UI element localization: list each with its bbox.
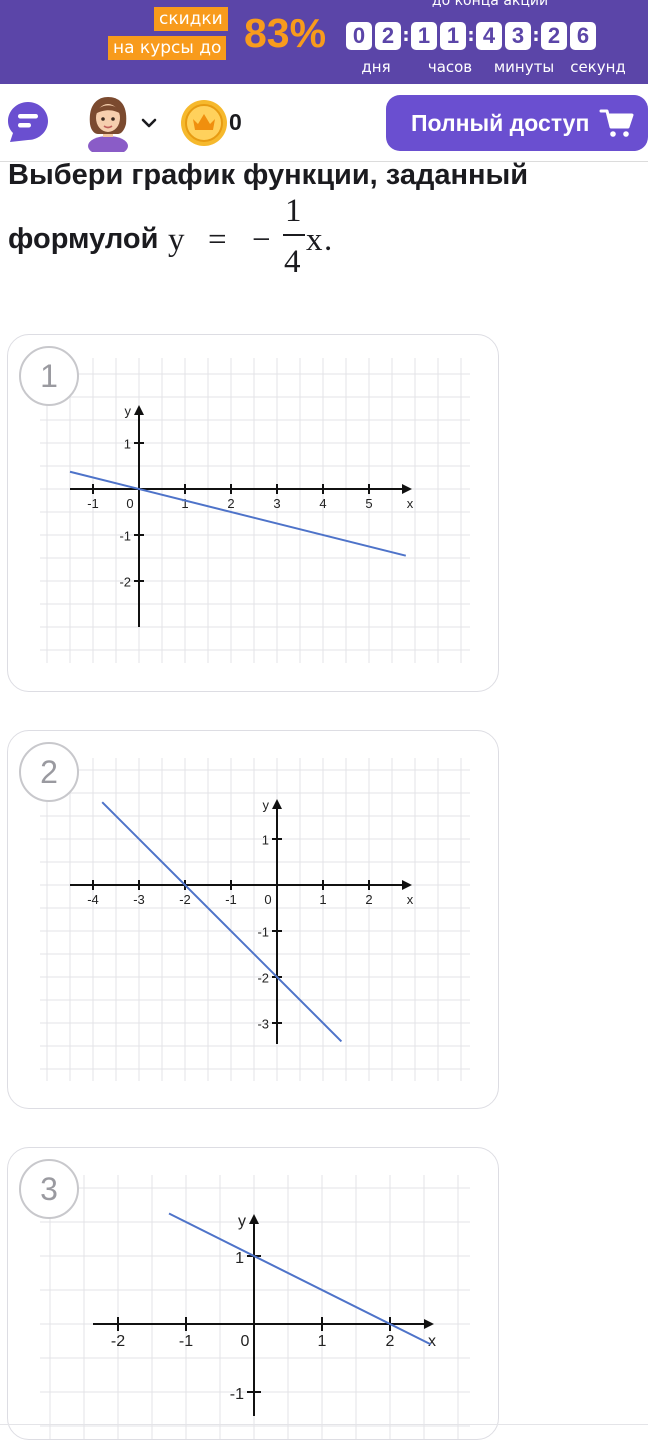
timer-unit-minutes: минуты (493, 58, 555, 76)
promo-tag-discounts: скидки (154, 7, 228, 31)
x-axis-arrow (424, 1319, 434, 1329)
origin-label: 0 (241, 1333, 250, 1350)
y-tick-label: -2 (257, 971, 269, 986)
formula-numerator: 1 (285, 193, 302, 229)
x-axis-label: x (428, 1333, 436, 1350)
promo-percent: 83% (244, 10, 327, 56)
option-number: 3 (19, 1159, 79, 1219)
timer-digit: 1 (411, 22, 437, 50)
y-axis-arrow (249, 1214, 259, 1224)
y-tick-label: -2 (119, 575, 131, 590)
question-formula: формулой y = − 1 4 x . (8, 190, 628, 282)
formula-fraction-bar (283, 234, 305, 236)
promo-caption: до конца акции (431, 0, 549, 9)
grid (40, 758, 470, 1081)
chat-bubble-icon[interactable] (6, 100, 50, 144)
cart-icon (599, 107, 635, 139)
y-axis-arrow (272, 799, 282, 809)
x-tick-label: 2 (365, 892, 372, 907)
y-axis-label: y (238, 1213, 246, 1230)
timer-unit-seconds: секунд (570, 58, 626, 76)
top-bar: 0 Полный доступ (0, 84, 648, 162)
x-tick-label: -2 (111, 1333, 125, 1350)
function-line (101, 801, 343, 1043)
x-tick-label: -2 (179, 892, 191, 907)
x-tick-label: -1 (179, 1333, 193, 1350)
x-axis-arrow (402, 880, 412, 890)
formula-variable: x (306, 222, 323, 258)
x-tick-label: -1 (87, 496, 99, 511)
formula-denominator: 4 (284, 244, 301, 280)
timer-separator: : (467, 25, 475, 46)
graph-option-2: x y 0 -4 -3 -2 -1 1 2 1 -1 -2 -3 (40, 758, 470, 1081)
y-axis-label: y (263, 798, 270, 813)
y-axis-label: y (125, 404, 132, 419)
x-tick-label: 1 (181, 496, 188, 511)
formula-sign: − (252, 222, 271, 258)
timer-digit: 2 (541, 22, 567, 50)
formula-equals: = (208, 222, 227, 258)
timer-separator: : (402, 25, 410, 46)
timer-digit: 2 (375, 22, 401, 50)
x-axis-label: x (407, 496, 414, 511)
graph-option-3: x y 0 -2 -1 1 2 1 -1 (40, 1175, 470, 1439)
y-axis-arrow (134, 405, 144, 415)
y-tick-label: -3 (257, 1017, 269, 1032)
grid (40, 358, 470, 663)
formula-prefix: формулой (8, 223, 159, 255)
timer-digit: 0 (346, 22, 372, 50)
option-number: 2 (19, 742, 79, 802)
full-access-button[interactable]: Полный доступ (386, 95, 648, 151)
timer-digit: 4 (476, 22, 502, 50)
timer-unit-hours: часов (427, 58, 473, 76)
x-tick-label: 5 (365, 496, 372, 511)
option-card-3[interactable]: 3 x y 0 -2 -1 1 2 1 -1 (7, 1147, 499, 1440)
timer-digit: 3 (505, 22, 531, 50)
y-tick-label: -1 (257, 925, 269, 940)
x-tick-label: -3 (133, 892, 145, 907)
x-tick-label: 2 (227, 496, 234, 511)
y-tick-label: 1 (124, 437, 131, 452)
promo-tag-courses: на курсы до (108, 36, 227, 60)
graph-option-1: x y 0 -1 1 2 3 4 5 1 -1 -2 (40, 358, 470, 663)
y-tick-label: 1 (235, 1250, 244, 1267)
x-axis-arrow (402, 484, 412, 494)
formula-lhs: y (168, 222, 185, 258)
x-axis-label: x (407, 892, 414, 907)
countdown-timer: 0 2 : 1 1 : 4 3 : 2 6 (346, 22, 596, 50)
full-access-label: Полный доступ (411, 109, 590, 136)
x-tick-label: -1 (225, 892, 237, 907)
timer-digit: 6 (570, 22, 596, 50)
x-tick-label: -4 (87, 892, 99, 907)
user-avatar-icon[interactable] (84, 94, 132, 156)
timer-unit-days: дня (361, 58, 391, 76)
x-tick-label: 4 (319, 496, 326, 511)
chevron-down-icon[interactable] (140, 114, 158, 132)
x-tick-label: 2 (386, 1333, 395, 1350)
formula-end: . (324, 222, 333, 258)
question-text: Выбери график функции, заданный (8, 159, 529, 191)
x-tick-label: 3 (273, 496, 280, 511)
origin-label: 0 (264, 892, 271, 907)
timer-digit: 1 (440, 22, 466, 50)
x-tick-label: 1 (318, 1333, 327, 1350)
option-card-1[interactable]: 1 x y 0 -1 1 2 3 4 5 1 -1 -2 (7, 334, 499, 692)
timer-separator: : (532, 25, 540, 46)
y-tick-label: 1 (262, 833, 269, 848)
promo-banner[interactable]: скидки на курсы до 83% до конца акции 0 … (0, 0, 648, 84)
coin-count: 0 (229, 109, 242, 135)
origin-label: 0 (126, 496, 133, 511)
y-tick-label: -1 (230, 1386, 244, 1403)
x-tick-label: 1 (319, 892, 326, 907)
bottom-divider (0, 1424, 648, 1425)
option-number: 1 (19, 346, 79, 406)
option-card-2[interactable]: 2 x y 0 -4 -3 -2 -1 1 2 1 -1 -2 -3 (7, 730, 499, 1109)
crown-coin-icon[interactable] (180, 99, 228, 147)
y-tick-label: -1 (119, 529, 131, 544)
